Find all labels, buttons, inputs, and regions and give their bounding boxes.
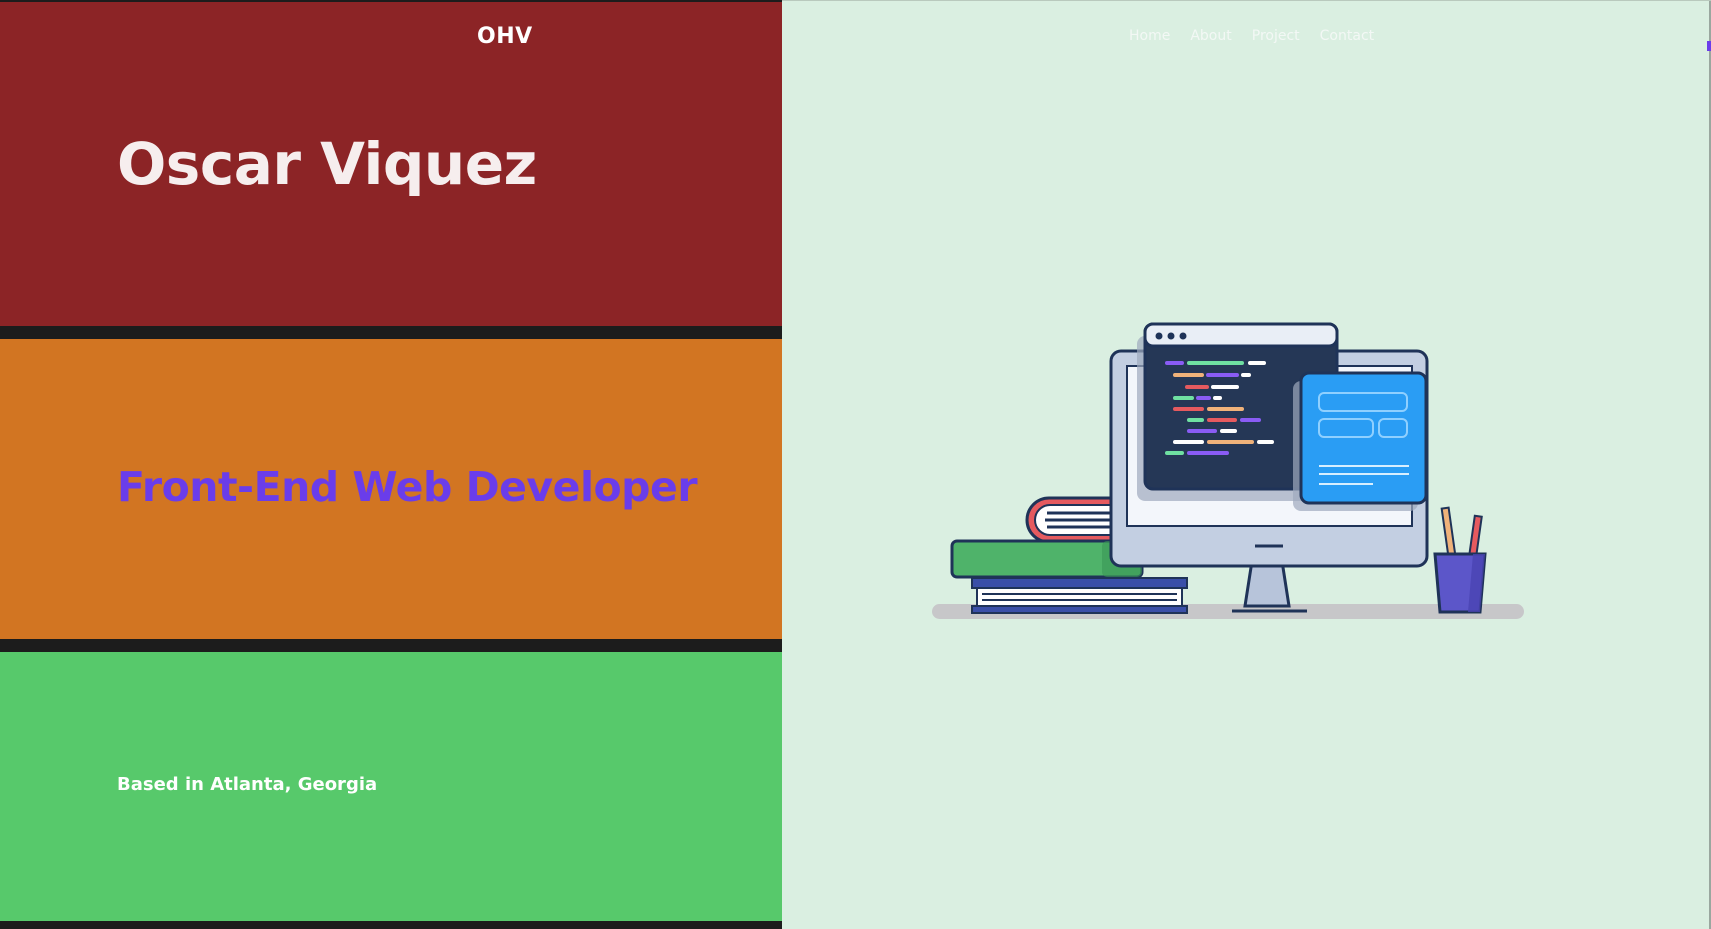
portfolio-page: OHV Oscar Viquez Front-End Web Developer… (0, 0, 1711, 929)
nav-link-project[interactable]: Project (1252, 28, 1300, 44)
hero-location: Based in Atlanta, Georgia (117, 774, 378, 795)
developer-desk-illustration-icon (932, 322, 1524, 619)
hero-role: Front-End Web Developer (117, 463, 698, 511)
hero-name: Oscar Viquez (117, 130, 537, 198)
scrollbar-thumb[interactable] (1707, 41, 1711, 51)
name-band: OHV Oscar Viquez (0, 2, 782, 326)
nav-link-contact[interactable]: Contact (1320, 28, 1374, 44)
hero-right-panel: Home About Project Contact (782, 0, 1711, 929)
nav-link-about[interactable]: About (1190, 28, 1231, 44)
main-nav: Home About Project Contact (1129, 28, 1374, 44)
hero-left-panel: OHV Oscar Viquez Front-End Web Developer… (0, 0, 782, 929)
nav-link-home[interactable]: Home (1129, 28, 1170, 44)
site-logo[interactable]: OHV (477, 24, 533, 49)
